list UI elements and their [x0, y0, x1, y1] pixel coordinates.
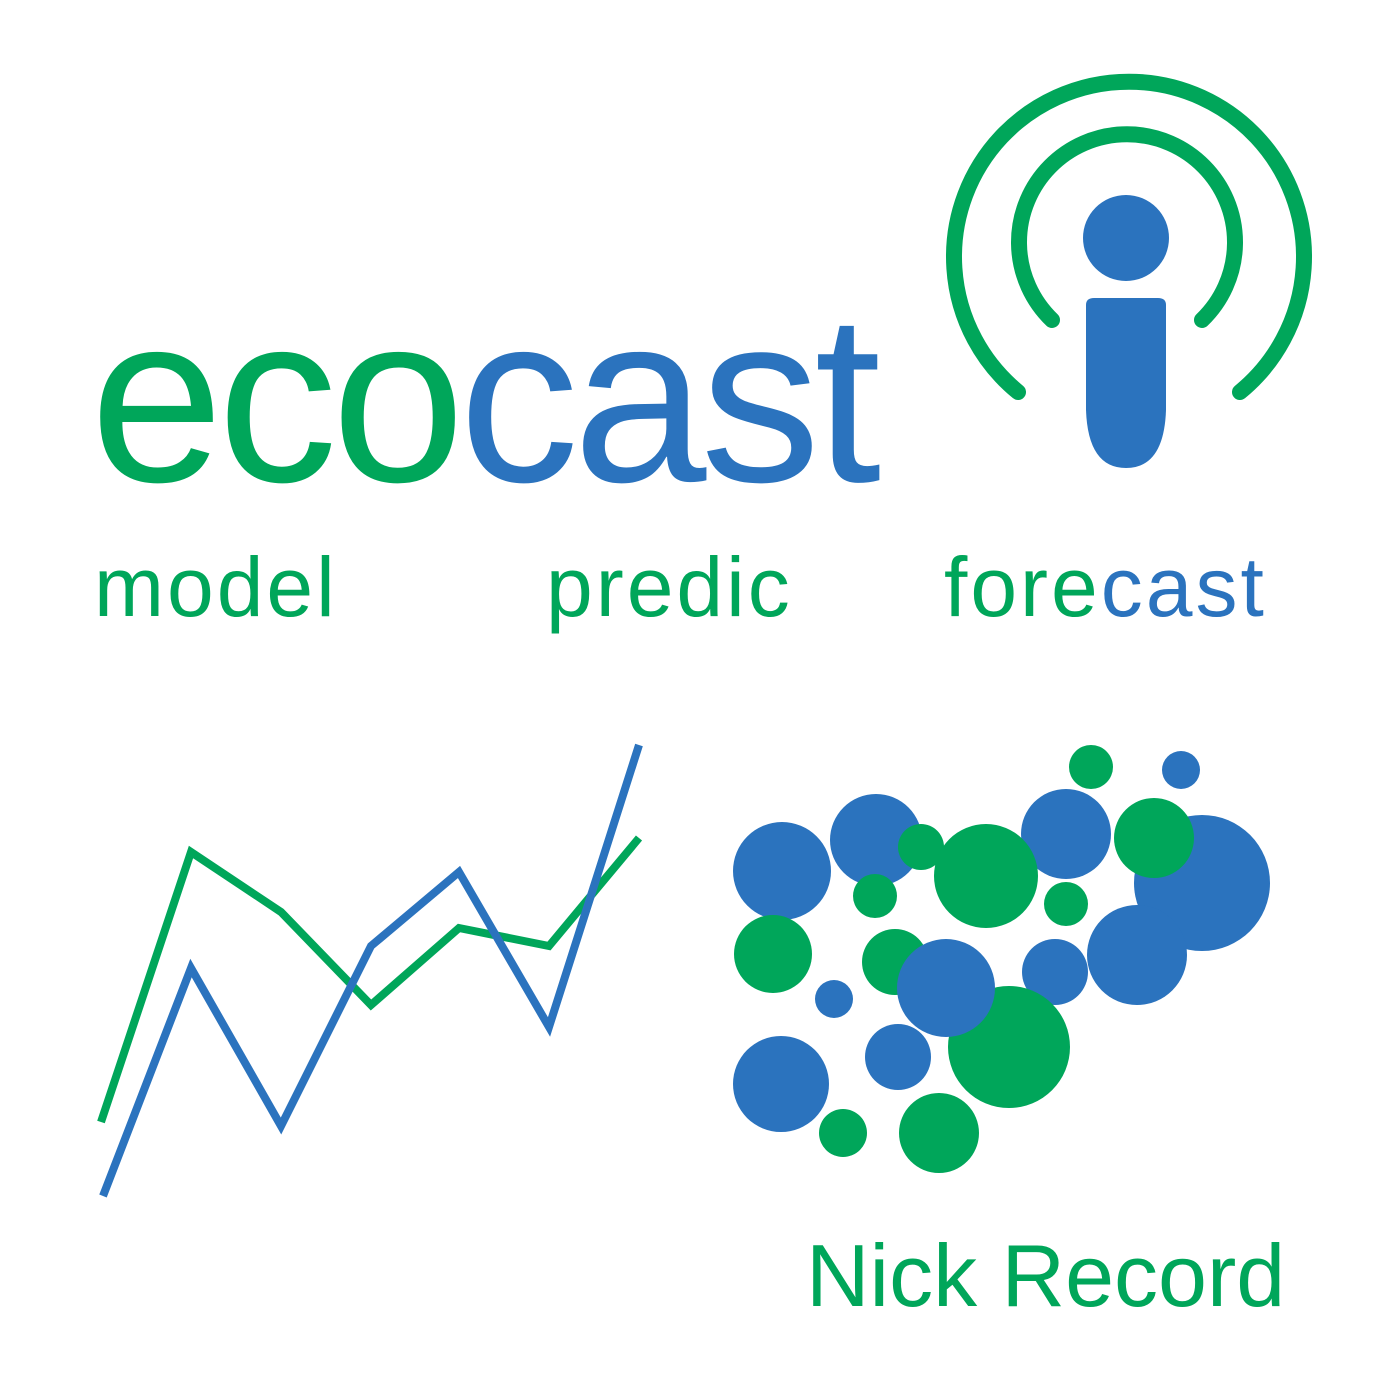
- author-name: Nick Record: [806, 1226, 1286, 1325]
- bubble-cluster-icon: [733, 745, 1270, 1173]
